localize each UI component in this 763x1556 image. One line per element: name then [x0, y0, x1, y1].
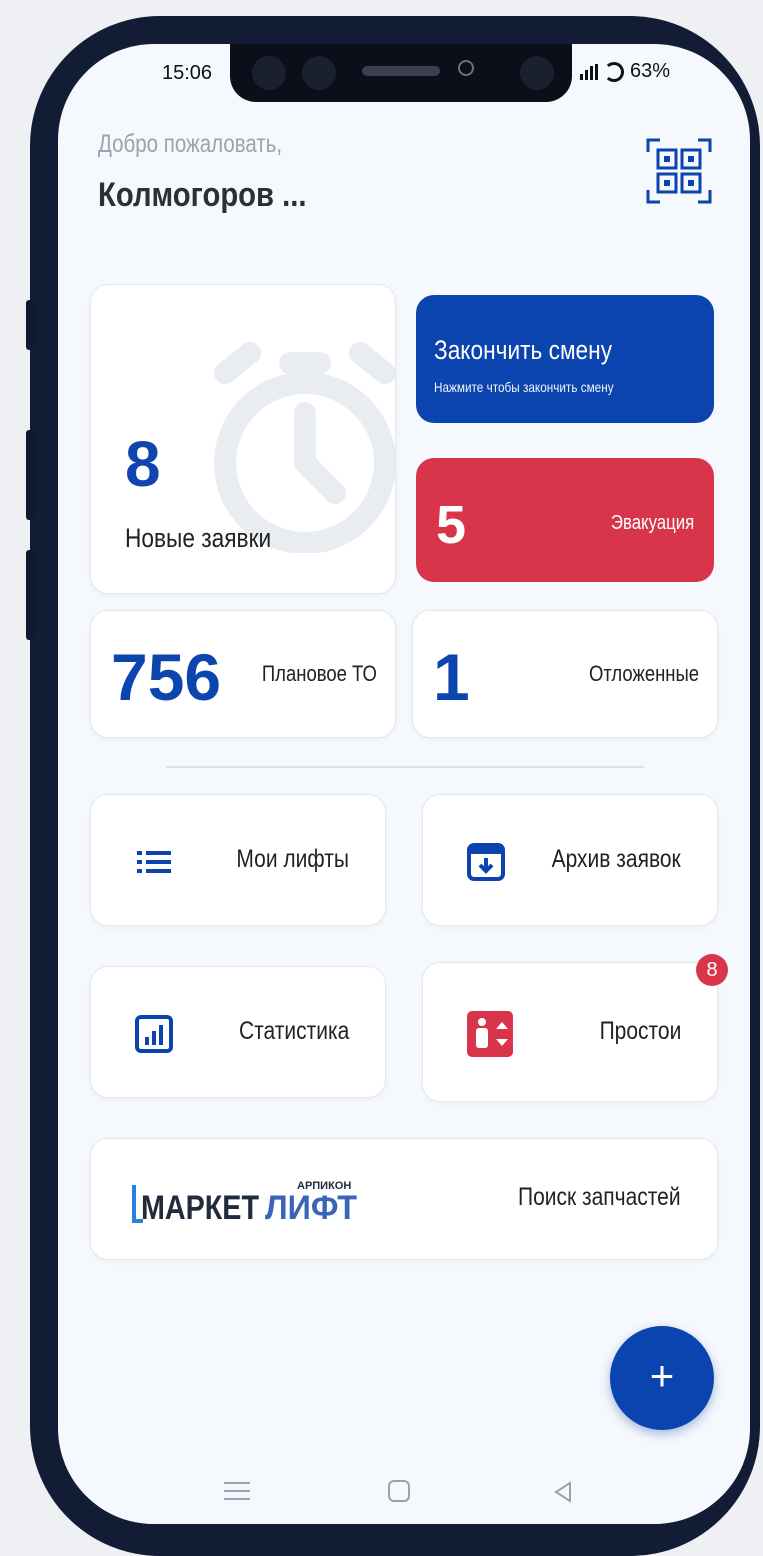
- back-nav-icon[interactable]: [552, 1480, 576, 1504]
- camera-lens: [302, 56, 336, 90]
- list-icon: [137, 851, 171, 873]
- market-lift-logo: МАРКЕТ ЛИФТ АРПИКОН: [132, 1180, 357, 1225]
- postponed-count: 1: [433, 640, 470, 714]
- app-screen: 15:06 63% Добро пожаловать, Колмогоров .…: [58, 44, 750, 1524]
- postponed-card[interactable]: 1 Отложенные: [412, 610, 718, 738]
- spare-parts-search-button[interactable]: МАРКЕТ ЛИФТ АРПИКОН Поиск запчастей: [90, 1138, 718, 1260]
- evacuation-label: Эвакуация: [610, 512, 694, 534]
- planned-maintenance-label: Плановое ТО: [262, 661, 377, 686]
- phone-side-button: [26, 430, 34, 520]
- system-nav-bar: [58, 1464, 750, 1524]
- elevator-icon: [467, 1011, 513, 1057]
- statistics-button[interactable]: Статистика: [90, 966, 386, 1098]
- phone-side-button: [26, 300, 34, 350]
- camera-lens: [520, 56, 554, 90]
- recents-nav-icon[interactable]: [224, 1482, 250, 1506]
- new-requests-card[interactable]: 8 Новые заявки: [90, 284, 396, 594]
- section-divider: [166, 766, 644, 768]
- signal-icon: [580, 63, 598, 80]
- end-shift-button[interactable]: Закончить смену Нажмите чтобы закончить …: [416, 295, 714, 423]
- status-time: 15:06: [162, 62, 213, 84]
- my-lifts-button[interactable]: Мои лифты: [90, 794, 386, 926]
- welcome-text: Добро пожаловать,: [98, 130, 283, 158]
- home-nav-icon[interactable]: [388, 1480, 410, 1502]
- downtime-badge: 8: [696, 954, 728, 986]
- end-shift-title: Закончить смену: [434, 335, 613, 365]
- postponed-label: Отложенные: [588, 661, 699, 686]
- add-button[interactable]: +: [610, 1326, 714, 1430]
- end-shift-subtitle: Нажмите чтобы закончить смену: [434, 379, 614, 395]
- downtime-label: Простои: [599, 1017, 681, 1045]
- logo-word-right: ЛИФТ: [265, 1189, 357, 1225]
- camera-lens: [252, 56, 286, 90]
- evacuation-count: 5: [436, 495, 467, 555]
- battery-icon: [604, 61, 624, 82]
- statistics-label: Статистика: [238, 1017, 349, 1045]
- earpiece-speaker: [362, 66, 440, 76]
- new-requests-label: Новые заявки: [125, 523, 272, 553]
- qr-scan-icon[interactable]: [646, 138, 712, 204]
- new-requests-count: 8: [125, 428, 161, 500]
- phone-side-button: [26, 550, 34, 640]
- stopwatch-icon: [214, 342, 395, 553]
- logo-word-left: МАРКЕТ: [141, 1189, 259, 1225]
- evacuation-card[interactable]: 5 Эвакуация: [416, 458, 714, 582]
- logo-word-small: АРПИКОН: [297, 1180, 351, 1192]
- planned-maintenance-card[interactable]: 756 Плановое ТО: [90, 610, 396, 738]
- planned-maintenance-count: 756: [111, 640, 222, 714]
- my-lifts-label: Мои лифты: [236, 845, 349, 873]
- spare-parts-label: Поиск запчастей: [518, 1183, 681, 1211]
- camera-notch: [230, 44, 572, 102]
- archive-button[interactable]: Архив заявок: [422, 794, 718, 926]
- proximity-sensor: [458, 60, 474, 76]
- downtime-button[interactable]: Простои: [422, 962, 718, 1102]
- status-icons: 63%: [580, 60, 670, 83]
- user-name: Колмогоров ...: [98, 176, 307, 214]
- archive-label: Архив заявок: [551, 845, 681, 873]
- battery-percent: 63%: [630, 60, 671, 82]
- statistics-icon: [135, 1015, 173, 1053]
- archive-icon: [467, 843, 505, 881]
